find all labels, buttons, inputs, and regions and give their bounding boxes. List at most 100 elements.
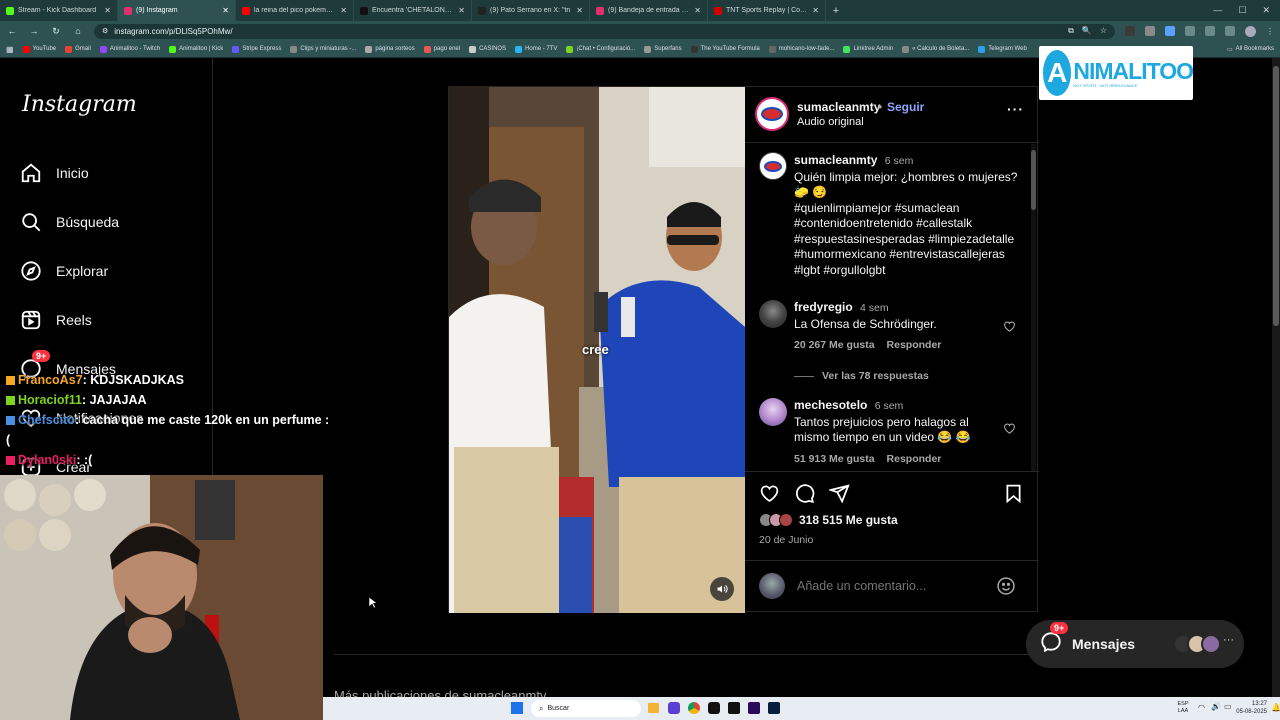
comment-avatar[interactable] — [759, 300, 787, 328]
volume-icon[interactable]: 🔊 — [1211, 702, 1221, 711]
comment-likes[interactable]: 20 267 Me gusta — [794, 339, 875, 351]
page-scrollbar[interactable] — [1272, 58, 1280, 698]
close-tab-icon[interactable]: ✕ — [458, 6, 465, 15]
comment-icon[interactable] — [794, 483, 815, 504]
bookmark-item[interactable]: ¡Chat • Configuració... — [566, 45, 635, 53]
extension-icon[interactable] — [1145, 26, 1155, 36]
bookmark-item[interactable]: CASINOS — [469, 45, 506, 53]
nav-item-inicio[interactable]: Inicio — [20, 162, 89, 184]
chrome-icon[interactable] — [688, 702, 700, 714]
mute-button[interactable] — [710, 577, 734, 601]
nav-item-explorar[interactable]: Explorar — [20, 260, 108, 282]
bookmark-item[interactable]: YouTube — [22, 45, 56, 53]
reply-button[interactable]: Responder — [887, 339, 942, 351]
bookmark-item[interactable]: Animalitoo | Kick — [169, 45, 223, 53]
bookmark-item[interactable]: Linktree Admin — [843, 45, 893, 53]
extension-icon[interactable] — [1165, 26, 1175, 36]
bookmark-item[interactable]: Clips y miniaturas -... — [290, 45, 356, 53]
bookmark-item[interactable]: Stripe Express — [232, 45, 281, 53]
like-comment-icon[interactable] — [1003, 422, 1016, 435]
apps-icon[interactable]: ▦ — [6, 45, 14, 54]
forward-icon[interactable]: → — [28, 26, 40, 36]
bookmark-item[interactable]: Gmail — [65, 45, 91, 53]
zoom-icon[interactable]: 🔍 — [1082, 26, 1092, 36]
browser-tab[interactable]: (9) Bandeja de entrada • Chats ✕ — [590, 0, 708, 21]
taskbar-search[interactable]: ⌕ Buscar — [531, 700, 641, 717]
extension-icon[interactable] — [1185, 26, 1195, 36]
back-icon[interactable]: ← — [6, 26, 18, 36]
reload-icon[interactable]: ↻ — [50, 26, 62, 37]
comments-scrollbar[interactable] — [1031, 144, 1036, 471]
follow-button[interactable]: Seguir — [887, 100, 924, 114]
browser-tab[interactable]: (9) Instagram ✕ — [118, 0, 236, 21]
file-explorer-icon[interactable] — [648, 703, 659, 713]
language-indicator[interactable]: ESP LAA — [1175, 701, 1191, 715]
bookmark-item[interactable]: pago enel — [423, 45, 460, 53]
post-date[interactable]: 20 de Junio — [759, 534, 813, 546]
more-options-icon[interactable]: ··· — [1007, 101, 1024, 117]
bookmark-item[interactable]: Superfans — [644, 45, 682, 53]
all-bookmarks[interactable]: ▭ All Bookmarks — [1227, 46, 1274, 53]
site-info-icon[interactable]: ⚙ — [102, 27, 108, 35]
comment-avatar[interactable] — [759, 398, 787, 426]
like-comment-icon[interactable] — [1003, 320, 1016, 333]
instagram-logo[interactable]: Instagram — [22, 92, 137, 117]
bookmark-item[interactable]: página sorteos — [365, 45, 415, 53]
close-tab-icon[interactable]: ✕ — [576, 6, 583, 15]
comment-likes[interactable]: 51 913 Me gusta — [794, 453, 875, 465]
emoji-icon[interactable] — [996, 576, 1016, 596]
bookmark-item[interactable]: Home - 7TV — [515, 45, 557, 53]
view-replies[interactable]: Ver las 78 respuestas — [794, 370, 929, 382]
url-field[interactable]: ⚙ instagram.com/p/DLlSq5POhMw/ ⧉ 🔍 ☆ — [94, 23, 1115, 39]
close-tab-icon[interactable]: ✕ — [340, 6, 347, 15]
caption-username[interactable]: sumacleanmty — [794, 153, 877, 167]
new-tab-button[interactable]: + — [826, 5, 846, 17]
save-icon[interactable] — [1003, 483, 1024, 504]
comment-username[interactable]: mechesotelo — [794, 398, 867, 412]
browser-tab[interactable]: (9) Pato Serrano en X: "tn ✕ — [472, 0, 590, 21]
close-tab-icon[interactable]: ✕ — [812, 6, 819, 15]
nav-item-busqueda[interactable]: Búsqueda — [20, 211, 119, 233]
browser-tab[interactable]: la reina del pico pokemon - Yo ✕ — [236, 0, 354, 21]
author-username[interactable]: sumacleanmty — [797, 100, 880, 114]
photoshop-icon[interactable] — [768, 702, 780, 714]
caption-hashtags[interactable]: #quienlimpiamejor #sumaclean #contenidoe… — [794, 201, 1026, 279]
bookmark-item[interactable]: « Calculo de Boleta... — [902, 45, 969, 53]
likes-row[interactable]: 318 515 Me gusta — [759, 513, 898, 527]
comments-scrollbar-thumb[interactable] — [1031, 150, 1036, 210]
wifi-icon[interactable]: ◠ — [1198, 703, 1205, 712]
page-scrollbar-thumb[interactable] — [1273, 66, 1279, 326]
app-icon[interactable] — [728, 702, 740, 714]
app-icon[interactable] — [668, 702, 680, 714]
close-window-icon[interactable]: ✕ — [1262, 5, 1270, 16]
bookmark-item[interactable]: The YouTube Formula — [690, 45, 760, 53]
reply-button[interactable]: Responder — [887, 453, 942, 465]
premiere-icon[interactable] — [748, 702, 760, 714]
nav-item-reels[interactable]: Reels — [20, 309, 92, 331]
comment-username[interactable]: fredyregio — [794, 300, 853, 314]
messages-floating-button[interactable]: 9+ Mensajes ··· — [1026, 620, 1244, 668]
install-icon[interactable]: ⧉ — [1068, 26, 1074, 36]
close-tab-icon[interactable]: ✕ — [222, 6, 229, 15]
windows-start-icon[interactable] — [511, 702, 523, 714]
browser-tab[interactable]: TNT Sports Replay | Colo Colo ✕ — [708, 0, 826, 21]
profile-avatar[interactable] — [1245, 25, 1256, 37]
bookmark-star-icon[interactable]: ☆ — [1100, 26, 1107, 36]
close-tab-icon[interactable]: ✕ — [104, 6, 111, 15]
home-browser-icon[interactable]: ⌂ — [72, 26, 84, 36]
close-tab-icon[interactable]: ✕ — [694, 6, 701, 15]
author-avatar[interactable] — [755, 97, 789, 131]
maximize-icon[interactable]: ☐ — [1238, 5, 1246, 16]
browser-tab[interactable]: Stream - Kick Dashboard ✕ — [0, 0, 118, 21]
notifications-icon[interactable]: 🔔 — [1271, 703, 1280, 712]
post-video[interactable]: cree — [449, 87, 745, 613]
extension-icon[interactable] — [1205, 26, 1215, 36]
browser-tab[interactable]: Encuentra 'CHETALONSO' - ✕ — [354, 0, 472, 21]
extension-icon[interactable] — [1125, 26, 1135, 36]
bookmark-item[interactable]: Telegram Web — [978, 45, 1027, 53]
comment-input[interactable] — [797, 577, 987, 595]
menu-icon[interactable]: ⋮ — [1266, 27, 1274, 36]
clock[interactable]: 13:27 05-08-2025 — [1231, 700, 1267, 716]
bookmark-item[interactable]: mohicano-low-fade... — [768, 45, 834, 53]
audio-link[interactable]: Audio original — [797, 116, 864, 128]
